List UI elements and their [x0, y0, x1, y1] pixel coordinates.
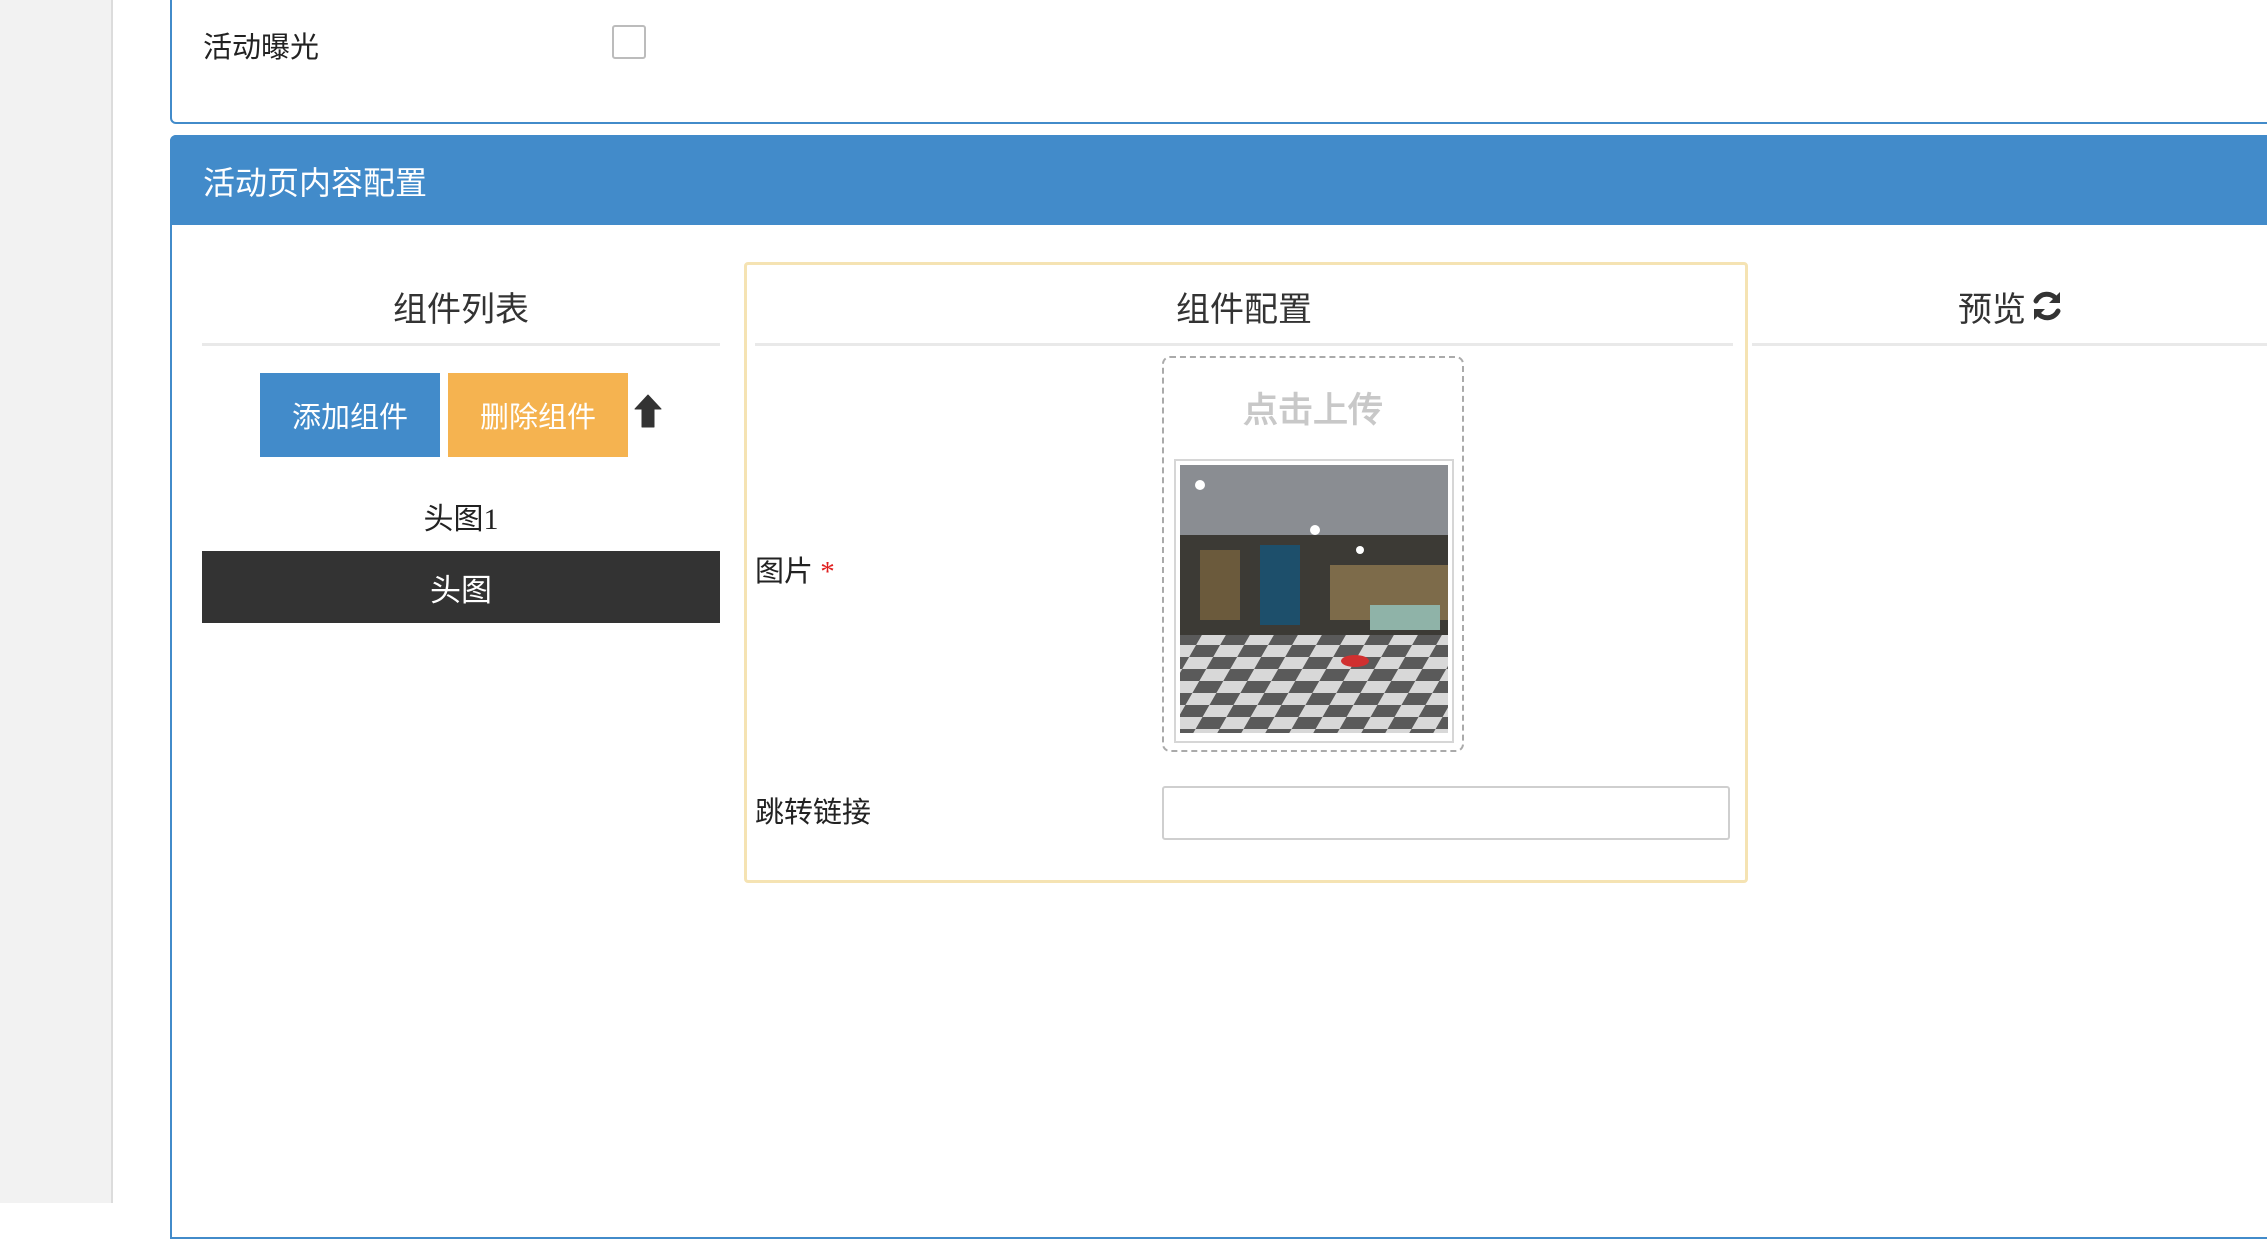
link-field-label: 跳转链接 — [755, 797, 872, 829]
upload-prompt[interactable]: 点击上传 — [1162, 382, 1464, 433]
exposure-checkbox[interactable] — [612, 25, 646, 59]
selected-component-name: 头图1 — [423, 503, 499, 536]
preview-divider — [1752, 343, 2267, 346]
link-input[interactable] — [1162, 786, 1730, 840]
add-component-button[interactable]: 添加组件 — [260, 373, 440, 457]
required-mark: * — [820, 556, 835, 588]
arrow-up-icon[interactable] — [633, 393, 663, 429]
exposure-label: 活动曝光 — [203, 32, 320, 64]
delete-component-button[interactable]: 删除组件 — [448, 373, 628, 457]
panel-header — [170, 135, 2267, 225]
component-list-divider — [202, 343, 720, 346]
component-config-divider — [755, 343, 1733, 346]
component-list-title: 组件列表 — [393, 292, 529, 329]
refresh-icon[interactable] — [2030, 289, 2064, 323]
panel-title: 活动页内容配置 — [203, 165, 428, 201]
component-list-item[interactable]: 头图 — [202, 551, 720, 623]
left-sidebar-gutter — [0, 0, 113, 1203]
image-label-text: 图片 — [755, 556, 814, 588]
uploaded-image-thumbnail — [1180, 465, 1448, 733]
image-field-label: 图片 * — [755, 548, 835, 590]
component-config-title: 组件配置 — [1176, 292, 1312, 329]
activity-settings-panel — [170, 0, 2267, 124]
preview-title: 预览 — [1958, 292, 2026, 329]
